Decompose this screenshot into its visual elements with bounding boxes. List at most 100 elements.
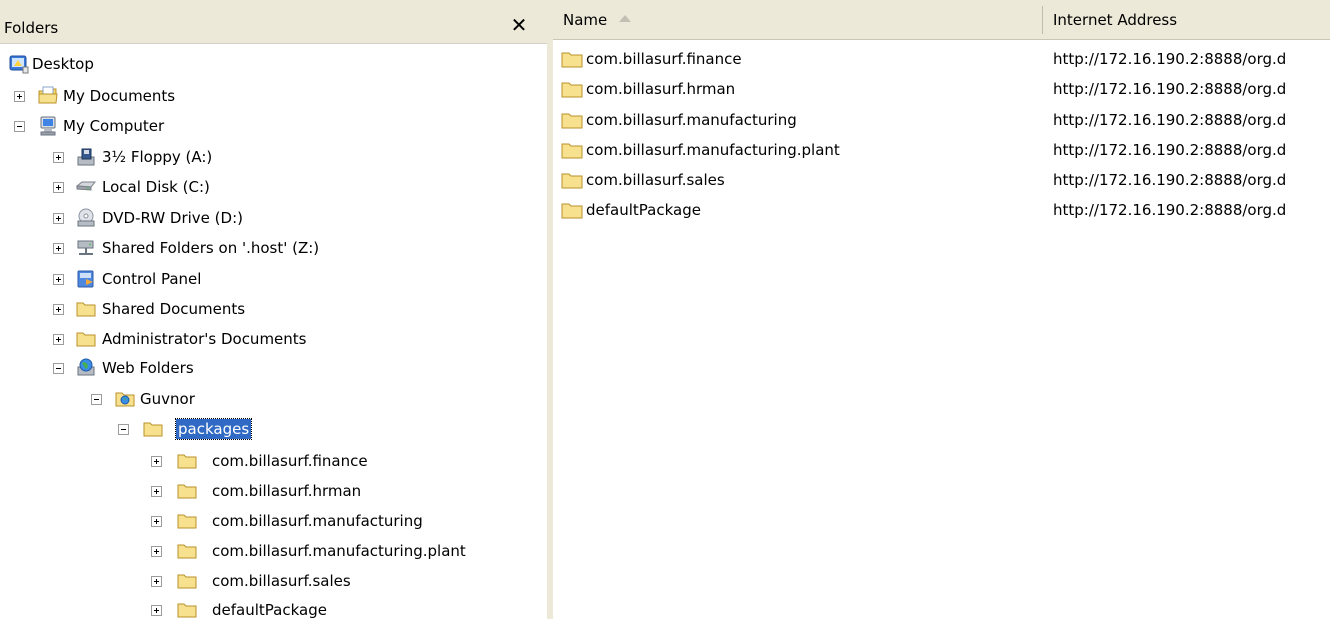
tree-item-my-documents[interactable]: My Documents [0,83,547,110]
column-header-name[interactable]: Name [553,0,1043,40]
list-item[interactable]: com.billasurf.hrman http://172.16.190.2:… [553,77,1330,103]
tree-item-pkg-hrman[interactable]: com.billasurf.hrman [0,478,547,505]
folders-pane-title: Folders [4,19,59,37]
desktop-icon [9,55,29,74]
my-computer-icon [40,116,56,136]
list-item-name: com.billasurf.manufacturing [586,111,797,129]
list-item-name: defaultPackage [586,201,701,219]
tree-item-my-computer[interactable]: My Computer [0,113,547,140]
folder-icon [76,332,96,347]
list-item-address: http://172.16.190.2:8888/org.d [1053,50,1287,68]
list-item-name: com.billasurf.finance [586,50,742,68]
dvd-drive-icon [77,208,95,227]
hard-disk-icon [76,181,96,191]
tree-label-pkg-finance: com.billasurf.finance [212,452,368,470]
list-item-name: com.billasurf.hrman [586,80,736,98]
expand-pkg-sales-icon[interactable] [151,576,162,587]
folder-icon [177,484,197,499]
folder-icon [76,302,96,317]
list-item-address: http://172.16.190.2:8888/org.d [1053,201,1287,219]
folder-icon [177,603,197,618]
tree-item-pkg-manufacturing-plant[interactable]: com.billasurf.manufacturing.plant [0,538,547,565]
tree-item-pkg-finance[interactable]: com.billasurf.finance [0,448,547,475]
list-item[interactable]: com.billasurf.manufacturing.plant http:/… [553,138,1330,164]
file-list-pane: Name Internet Address com.billasurf.fina… [553,0,1330,619]
expand-shared-host-icon[interactable] [53,243,64,254]
tree-label-pkg-manufacturing-plant: com.billasurf.manufacturing.plant [212,542,466,560]
tree-item-guvnor[interactable]: Guvnor [0,386,547,413]
tree-item-pkg-default[interactable]: defaultPackage [0,597,547,619]
expand-dvd-icon[interactable] [53,213,64,224]
tree-item-web-folders[interactable]: Web Folders [0,355,547,382]
sort-ascending-icon [619,15,632,22]
expand-local-disk-icon[interactable] [53,182,64,193]
tree-item-pkg-manufacturing[interactable]: com.billasurf.manufacturing [0,508,547,535]
expand-pkg-hrman-icon[interactable] [151,486,162,497]
collapse-web-folders-icon[interactable] [53,363,64,374]
expand-pkg-manufacturing-icon[interactable] [151,516,162,527]
tree-label-local-disk: Local Disk (C:) [102,178,210,196]
tree-label-desktop: Desktop [32,55,94,73]
list-item-address: http://172.16.190.2:8888/org.d [1053,80,1287,98]
tree-item-desktop[interactable]: Desktop [0,51,547,78]
list-item[interactable]: com.billasurf.sales http://172.16.190.2:… [553,168,1330,194]
folder-icon [561,143,583,159]
expand-floppy-icon[interactable] [53,152,64,163]
folder-icon [143,422,163,437]
folder-icon [561,82,583,98]
folder-icon [561,173,583,189]
expand-pkg-default-icon[interactable] [151,605,162,616]
tree-label-dvd: DVD-RW Drive (D:) [102,209,243,227]
list-item-name: com.billasurf.manufacturing.plant [586,141,840,159]
tree-label-pkg-hrman: com.billasurf.hrman [212,482,362,500]
folder-icon [561,52,583,68]
tree-item-local-disk[interactable]: Local Disk (C:) [0,174,547,201]
tree-item-dvd[interactable]: DVD-RW Drive (D:) [0,205,547,232]
list-item-name: com.billasurf.sales [586,171,725,189]
tree-item-packages[interactable]: packages [0,416,547,443]
collapse-my-computer-icon[interactable] [14,121,25,132]
floppy-drive-icon [77,148,95,166]
list-item[interactable]: defaultPackage http://172.16.190.2:8888/… [553,198,1330,224]
folders-pane: Folders ✕ Desktop My Documents My Comput… [0,0,547,619]
folder-icon [561,203,583,219]
tree-item-control-panel[interactable]: Control Panel [0,266,547,293]
tree-label-pkg-sales: com.billasurf.sales [212,572,351,590]
collapse-guvnor-icon[interactable] [91,394,102,405]
folder-icon [177,454,197,469]
column-header-address-label: Internet Address [1053,11,1178,29]
list-item-address: http://172.16.190.2:8888/org.d [1053,111,1287,129]
tree-label-web-folders: Web Folders [102,359,194,377]
tree-label-packages: packages [174,418,253,440]
expand-my-documents-icon[interactable] [14,91,25,102]
expand-admin-documents-icon[interactable] [53,334,64,345]
network-drive-icon [77,240,94,255]
expand-pkg-manufacturing-plant-icon[interactable] [151,546,162,557]
folder-icon [177,574,197,589]
list-item-address: http://172.16.190.2:8888/org.d [1053,171,1287,189]
tree-label-control-panel: Control Panel [102,270,202,288]
folder-icon [177,514,197,529]
folder-icon [177,544,197,559]
tree-item-shared-host[interactable]: Shared Folders on '.host' (Z:) [0,235,547,262]
tree-item-admin-documents[interactable]: Administrator's Documents [0,326,547,353]
expand-shared-documents-icon[interactable] [53,304,64,315]
column-header-internet-address[interactable]: Internet Address [1043,0,1330,40]
expand-control-panel-icon[interactable] [53,274,64,285]
list-item[interactable]: com.billasurf.manufacturing http://172.1… [553,108,1330,134]
tree-label-floppy: 3½ Floppy (A:) [102,148,213,166]
tree-label-admin-documents: Administrator's Documents [102,330,307,348]
list-item[interactable]: com.billasurf.finance http://172.16.190.… [553,47,1330,73]
web-folder-icon [115,392,135,407]
expand-pkg-finance-icon[interactable] [151,456,162,467]
tree-label-pkg-default: defaultPackage [212,601,327,619]
tree-item-floppy[interactable]: 3½ Floppy (A:) [0,144,547,171]
tree-item-shared-documents[interactable]: Shared Documents [0,296,547,323]
close-folders-pane-icon[interactable]: ✕ [508,14,530,36]
tree-label-my-computer: My Computer [63,117,165,135]
tree-item-pkg-sales[interactable]: com.billasurf.sales [0,568,547,595]
folders-pane-header: Folders ✕ [0,0,547,44]
collapse-packages-icon[interactable] [118,424,129,435]
list-item-address: http://172.16.190.2:8888/org.d [1053,141,1287,159]
tree-label-shared-documents: Shared Documents [102,300,246,318]
